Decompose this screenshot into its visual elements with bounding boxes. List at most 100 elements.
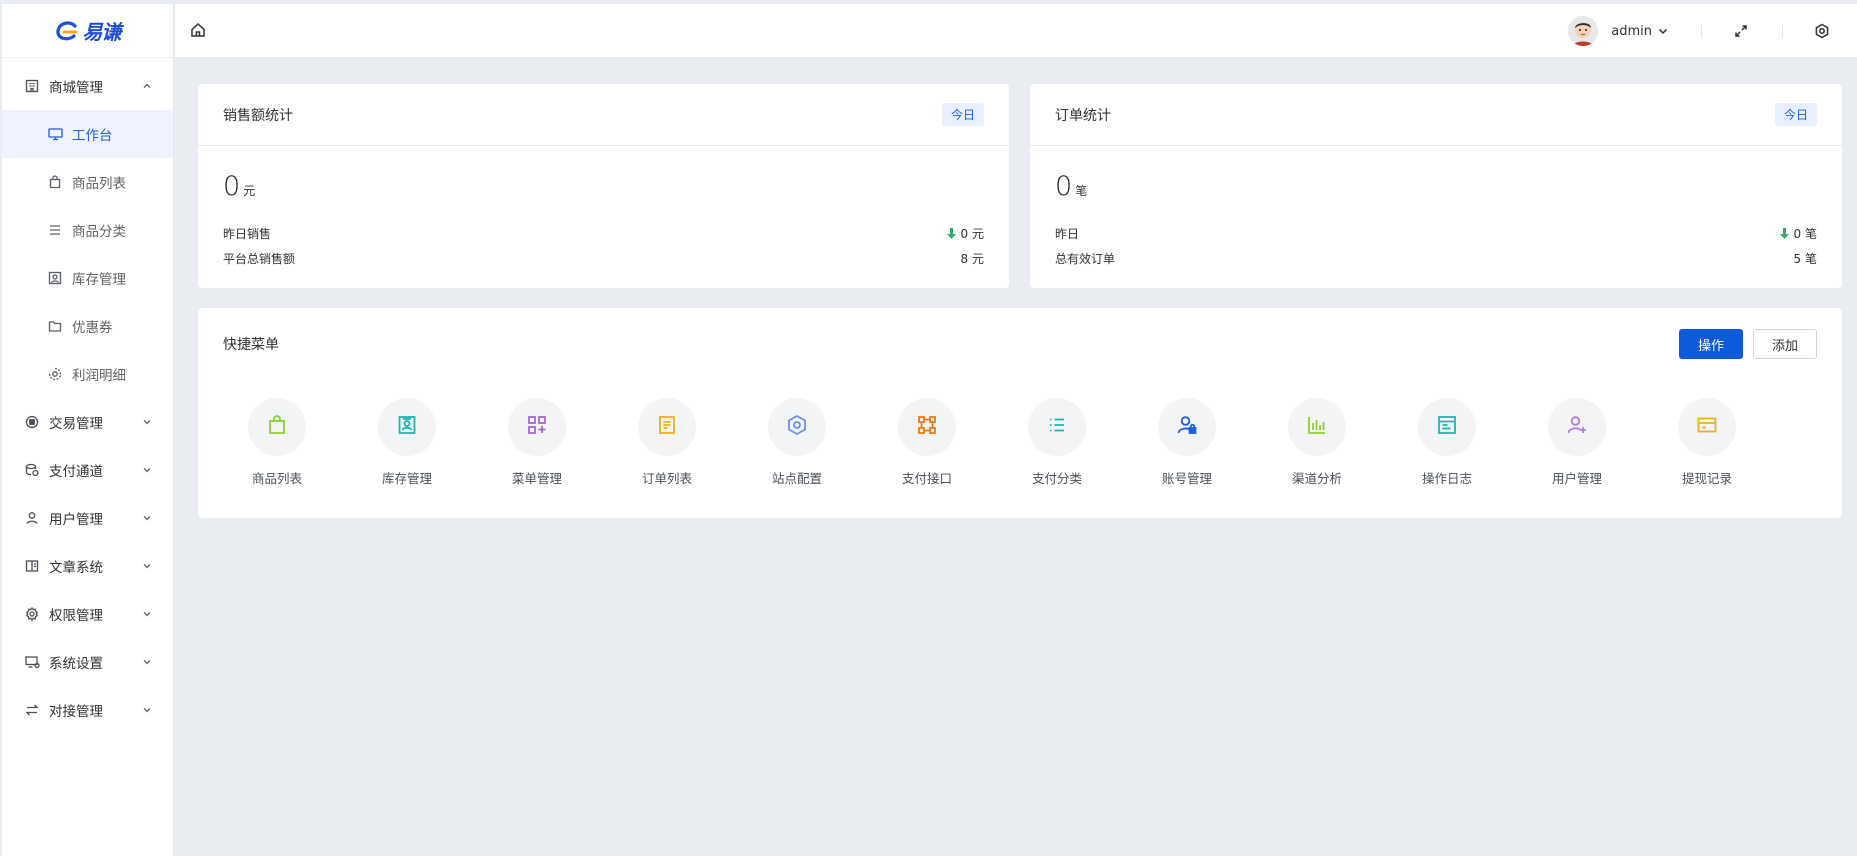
profit-icon — [47, 366, 63, 382]
sidebar-item-label: 对接管理 — [49, 704, 103, 720]
stat-unit: 元 — [243, 184, 256, 198]
stat-value: 5 笔 — [1793, 252, 1817, 266]
quick-icon-circle — [1288, 398, 1346, 456]
sidebar-item-profit[interactable]: 利润明细 — [2, 350, 173, 398]
sidebar-group-mall[interactable]: 商城管理 — [2, 62, 173, 110]
sidebar-item-inventory[interactable]: 库存管理 — [2, 254, 173, 302]
quick-item-accounts[interactable]: 账号管理 — [1158, 398, 1288, 487]
chevron-down-icon — [141, 464, 153, 476]
sidebar-item-categories[interactable]: 商品分类 — [2, 206, 173, 254]
quick-item-label: 账号管理 — [1161, 471, 1212, 486]
chevron-up-icon — [141, 80, 153, 92]
quick-item-operation-log[interactable]: 操作日志 — [1418, 398, 1548, 487]
chevron-down-icon[interactable] — [1657, 25, 1669, 37]
sidebar-group-label: 商城管理 — [49, 80, 103, 96]
sidebar-item-integration[interactable]: 对接管理 — [2, 686, 173, 734]
building-icon — [24, 78, 40, 94]
stat-value: 8 元 — [960, 252, 984, 266]
sidebar-item-label: 优惠券 — [72, 320, 113, 336]
stat-value: 0 笔 — [1779, 225, 1817, 242]
stat-value-text: 0 笔 — [1793, 227, 1817, 241]
period-tag: 今日 — [941, 103, 984, 126]
quick-item-payment-category[interactable]: 支付分类 — [1028, 398, 1158, 487]
card-header: 订单统计 今日 — [1030, 84, 1842, 146]
quick-item-withdrawals[interactable]: 提现记录 — [1678, 398, 1808, 487]
card-title: 销售额统计 — [223, 107, 293, 124]
withdraw-icon — [1696, 414, 1718, 440]
sidebar-item-products[interactable]: 商品列表 — [2, 158, 173, 206]
sidebar-item-articles[interactable]: 文章系统 — [2, 542, 173, 590]
arrow-down-icon — [946, 228, 956, 239]
quick-item-label: 提现记录 — [1681, 471, 1732, 486]
stat-number: 0 — [1055, 171, 1073, 202]
add-button[interactable]: 添加 — [1753, 329, 1817, 359]
header-actions: admin — [1568, 13, 1831, 49]
top-header: admin — [175, 4, 1857, 58]
quick-item-label: 订单列表 — [641, 471, 692, 486]
quick-icon-circle — [1158, 398, 1216, 456]
avatar[interactable] — [1568, 16, 1599, 46]
settings-icon[interactable] — [1813, 22, 1831, 40]
quick-menu-actions: 操作 添加 — [1679, 329, 1817, 359]
shopping-bag-icon — [47, 174, 63, 190]
quick-item-channel-analysis[interactable]: 渠道分析 — [1288, 398, 1418, 487]
card-title: 快捷菜单 — [223, 337, 279, 353]
stat-value: 0 元 — [946, 225, 984, 242]
inventory-icon — [396, 414, 418, 440]
stat-row-total: 总有效订单 5 笔 — [1055, 250, 1817, 267]
quick-item-label: 支付分类 — [1031, 471, 1082, 486]
quick-item-menus[interactable]: 菜单管理 — [508, 398, 638, 487]
sidebar-menu: 商城管理 工作台 商品列表 商品分类 库存管理 优惠券 利润明细 交易管理 支付… — [2, 58, 173, 734]
card-header: 销售额统计 今日 — [198, 84, 1009, 146]
sidebar-item-coupons[interactable]: 优惠券 — [2, 302, 173, 350]
transaction-icon — [24, 414, 40, 430]
sidebar-item-payment-channels[interactable]: 支付通道 — [2, 446, 173, 494]
sidebar-item-label: 用户管理 — [49, 512, 103, 528]
quick-icon-circle — [248, 398, 306, 456]
sidebar-item-permissions[interactable]: 权限管理 — [2, 590, 173, 638]
sidebar-item-system-settings[interactable]: 系统设置 — [2, 638, 173, 686]
quick-item-label: 支付接口 — [901, 471, 952, 486]
arrow-down-icon — [1779, 228, 1789, 239]
quick-item-site-config[interactable]: 站点配置 — [768, 398, 898, 487]
quick-item-products[interactable]: 商品列表 — [248, 398, 378, 487]
site-config-icon — [786, 414, 808, 440]
sidebar-item-label: 商品分类 — [72, 224, 126, 240]
sidebar-item-label: 文章系统 — [49, 560, 103, 576]
log-icon — [1436, 414, 1458, 440]
sidebar-item-label: 库存管理 — [72, 272, 126, 288]
payment-channel-icon — [24, 462, 40, 478]
list-icon — [47, 222, 63, 238]
quick-item-label: 库存管理 — [381, 471, 432, 486]
sidebar-item-label: 系统设置 — [49, 656, 103, 672]
quick-item-users[interactable]: 用户管理 — [1548, 398, 1678, 487]
logo[interactable]: 易谦 — [2, 4, 173, 58]
card-title: 订单统计 — [1055, 107, 1111, 124]
sidebar-item-dashboard[interactable]: 工作台 — [2, 110, 173, 158]
username[interactable]: admin — [1611, 24, 1652, 39]
operate-button[interactable]: 操作 — [1679, 329, 1743, 359]
stat-row-yesterday: 昨日 0 笔 — [1055, 225, 1817, 242]
shopping-bag-icon — [266, 414, 288, 440]
quick-item-payment-api[interactable]: 支付接口 — [898, 398, 1028, 487]
quick-item-label: 用户管理 — [1551, 471, 1602, 486]
chevron-down-icon — [141, 416, 153, 428]
account-icon — [1176, 414, 1198, 440]
stat-label: 昨日销售 — [223, 227, 272, 241]
quick-item-inventory[interactable]: 库存管理 — [378, 398, 508, 487]
system-settings-icon — [24, 654, 40, 670]
bar-chart-icon — [1306, 414, 1328, 440]
fullscreen-icon[interactable] — [1732, 22, 1750, 40]
sidebar-item-label: 权限管理 — [49, 608, 103, 624]
quick-item-orders[interactable]: 订单列表 — [638, 398, 768, 487]
swap-icon — [24, 702, 40, 718]
home-icon[interactable] — [187, 19, 209, 41]
sidebar-item-users[interactable]: 用户管理 — [2, 494, 173, 542]
quick-item-label: 站点配置 — [771, 471, 822, 486]
chevron-down-icon — [141, 608, 153, 620]
sidebar-item-label: 利润明细 — [72, 368, 126, 384]
sidebar-item-transactions[interactable]: 交易管理 — [2, 398, 173, 446]
orders-today-value: 0 笔 — [1055, 171, 1087, 202]
folder-icon — [47, 318, 63, 334]
quick-icon-circle — [1678, 398, 1736, 456]
